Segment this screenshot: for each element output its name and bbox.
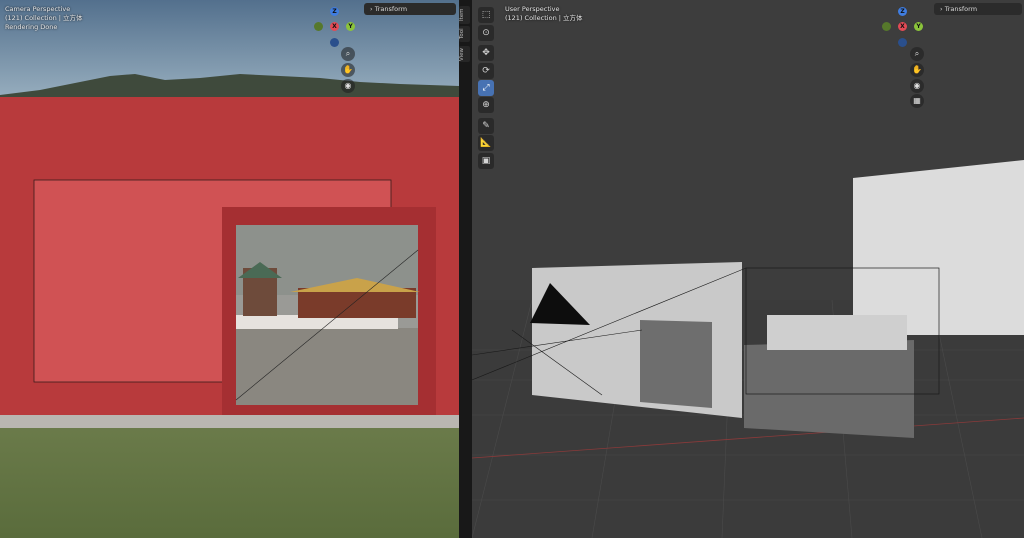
- temple-model: [767, 315, 907, 350]
- navigation-gizmo[interactable]: Z Y X: [312, 5, 362, 55]
- collection-label: (121) Collection | 立方体: [5, 14, 83, 22]
- collection-label: (121) Collection | 立方体: [505, 14, 583, 22]
- chevron-right-icon: ›: [370, 5, 373, 13]
- wall-doorway: [640, 320, 712, 408]
- axis-y-icon[interactable]: Y: [346, 22, 355, 31]
- transform-panel-toggle[interactable]: › Transform: [364, 3, 456, 15]
- viewport-info: Camera Perspective (121) Collection | 立方…: [5, 5, 83, 32]
- user-viewport[interactable]: User Perspective (121) Collection | 立方体 …: [472, 0, 1024, 538]
- annotate-icon[interactable]: ✎: [478, 118, 494, 134]
- render-status: Rendering Done: [5, 23, 58, 31]
- axis-x-icon[interactable]: X: [330, 22, 339, 31]
- grass-ground: [0, 410, 459, 538]
- tab-view[interactable]: View: [459, 46, 470, 62]
- pan-hand-icon[interactable]: ✋: [910, 63, 924, 77]
- solid-scene: [472, 0, 1024, 538]
- transform-panel-toggle[interactable]: › Transform: [934, 3, 1022, 15]
- axis-neg-y-icon[interactable]: [314, 22, 323, 31]
- courtyard-block: [744, 340, 914, 438]
- camera-viewport[interactable]: Camera Perspective (121) Collection | 立方…: [0, 0, 459, 538]
- axis-x-icon[interactable]: X: [898, 22, 907, 31]
- camera-view-icon[interactable]: ◉: [341, 79, 355, 93]
- move-icon[interactable]: ✥: [478, 45, 494, 61]
- temple-hall: [298, 288, 416, 318]
- rendered-scene: [0, 0, 459, 538]
- courtyard-floor: [236, 328, 418, 405]
- perspective-label: User Perspective: [505, 5, 560, 13]
- select-box-icon[interactable]: ⬚: [478, 7, 494, 23]
- zoom-icon[interactable]: ⌕: [341, 47, 355, 61]
- pan-hand-icon[interactable]: ✋: [341, 63, 355, 77]
- axis-z-icon[interactable]: Z: [898, 7, 907, 16]
- camera-view-icon[interactable]: ◉: [910, 79, 924, 93]
- add-cube-icon[interactable]: ▣: [478, 153, 494, 169]
- cursor-icon[interactable]: ⊙: [478, 25, 494, 41]
- blender-window: Camera Perspective (121) Collection | 立方…: [0, 0, 1024, 538]
- chevron-right-icon: ›: [940, 5, 943, 13]
- axis-neg-z-icon[interactable]: [898, 38, 907, 47]
- measure-icon[interactable]: 📐: [478, 135, 494, 151]
- tab-item[interactable]: Item: [459, 6, 470, 24]
- axis-z-icon[interactable]: Z: [330, 7, 339, 16]
- scale-icon[interactable]: ⤢: [478, 80, 494, 96]
- grid-view-icon[interactable]: ▦: [910, 94, 924, 108]
- zoom-icon[interactable]: ⌕: [910, 47, 924, 61]
- transform-panel-label: Transform: [944, 5, 978, 13]
- back-wall: [853, 160, 1024, 335]
- viewport-divider[interactable]: Item Tool View: [459, 0, 472, 538]
- perspective-label: Camera Perspective: [5, 5, 71, 13]
- axis-neg-y-icon[interactable]: [882, 22, 891, 31]
- axis-y-icon[interactable]: Y: [914, 22, 923, 31]
- axis-neg-z-icon[interactable]: [330, 38, 339, 47]
- rotate-icon[interactable]: ⟳: [478, 63, 494, 79]
- transform-panel-label: Transform: [374, 5, 408, 13]
- viewport-info: User Perspective (121) Collection | 立方体: [505, 5, 583, 23]
- navigation-gizmo[interactable]: Z Y X: [880, 5, 930, 55]
- transform-icon[interactable]: ⊕: [478, 97, 494, 113]
- tab-tool[interactable]: Tool: [459, 26, 470, 42]
